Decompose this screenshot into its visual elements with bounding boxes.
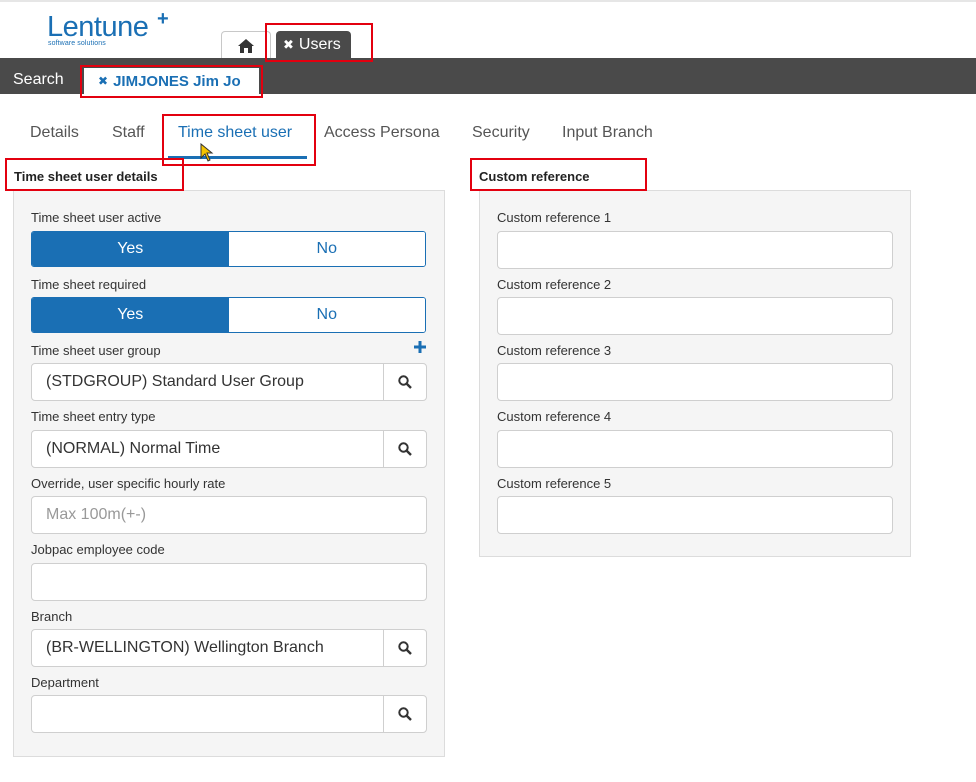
employee-code-input[interactable] bbox=[31, 563, 427, 601]
tab-security[interactable]: Security bbox=[472, 124, 530, 142]
add-user-group-icon[interactable] bbox=[413, 340, 427, 354]
logo-tagline: software solutions bbox=[48, 40, 106, 47]
user-group-input[interactable]: (STDGROUP) Standard User Group bbox=[32, 364, 383, 400]
logo-plus: + bbox=[157, 8, 169, 30]
custom-reference-3-label: Custom reference 3 bbox=[497, 343, 612, 358]
active-no-button[interactable]: No bbox=[228, 232, 425, 266]
entry-type-lookup: (NORMAL) Normal Time bbox=[31, 430, 427, 468]
custom-reference-2-label: Custom reference 2 bbox=[497, 277, 612, 292]
annotation-record-tab bbox=[80, 65, 263, 98]
branch-lookup: (BR-WELLINGTON) Wellington Branch bbox=[31, 629, 427, 667]
home-tab[interactable] bbox=[221, 31, 271, 59]
search-icon bbox=[398, 442, 412, 456]
user-group-search-button[interactable] bbox=[383, 364, 426, 400]
tab-input-branch[interactable]: Input Branch bbox=[562, 124, 653, 142]
entry-type-search-button[interactable] bbox=[383, 431, 426, 467]
custom-reference-2-input[interactable] bbox=[497, 297, 893, 335]
custom-reference-1-label: Custom reference 1 bbox=[497, 210, 612, 225]
annotation-time-sheet-details bbox=[5, 158, 184, 191]
top-border bbox=[0, 0, 976, 2]
required-toggle: Yes No bbox=[31, 297, 426, 333]
department-lookup bbox=[31, 695, 427, 733]
custom-reference-4-input[interactable] bbox=[497, 430, 893, 468]
entry-type-label: Time sheet entry type bbox=[31, 409, 156, 424]
active-toggle: Yes No bbox=[31, 231, 426, 267]
user-group-lookup: (STDGROUP) Standard User Group bbox=[31, 363, 427, 401]
tab-details[interactable]: Details bbox=[30, 124, 79, 142]
entry-type-input[interactable]: (NORMAL) Normal Time bbox=[32, 431, 383, 467]
user-group-label: Time sheet user group bbox=[31, 343, 161, 358]
department-input[interactable] bbox=[32, 696, 383, 732]
lentune-logo: Lentune + software solutions bbox=[47, 8, 169, 47]
search-link[interactable]: Search bbox=[13, 71, 64, 89]
custom-reference-5-input[interactable] bbox=[497, 496, 893, 534]
branch-input[interactable]: (BR-WELLINGTON) Wellington Branch bbox=[32, 630, 383, 666]
custom-reference-5-label: Custom reference 5 bbox=[497, 476, 612, 491]
required-yes-button[interactable]: Yes bbox=[32, 298, 229, 332]
custom-reference-4-label: Custom reference 4 bbox=[497, 409, 612, 424]
branch-label: Branch bbox=[31, 609, 73, 624]
search-icon bbox=[398, 375, 412, 389]
department-search-button[interactable] bbox=[383, 696, 426, 732]
department-label: Department bbox=[31, 675, 99, 690]
employee-code-label: Jobpac employee code bbox=[31, 542, 165, 557]
time-sheet-user-panel bbox=[13, 190, 445, 757]
annotation-custom-reference bbox=[470, 158, 647, 191]
home-icon bbox=[238, 38, 254, 53]
logo-wordmark: Lentune bbox=[47, 11, 149, 43]
branch-search-button[interactable] bbox=[383, 630, 426, 666]
required-no-button[interactable]: No bbox=[228, 298, 425, 332]
required-label: Time sheet required bbox=[31, 277, 147, 292]
annotation-users-tab bbox=[265, 23, 373, 62]
hourly-rate-label: Override, user specific hourly rate bbox=[31, 476, 226, 491]
custom-reference-1-input[interactable] bbox=[497, 231, 893, 269]
search-icon bbox=[398, 641, 412, 655]
tab-staff[interactable]: Staff bbox=[112, 124, 145, 142]
annotation-time-sheet-tab bbox=[162, 114, 316, 166]
active-yes-button[interactable]: Yes bbox=[32, 232, 229, 266]
custom-reference-3-input[interactable] bbox=[497, 363, 893, 401]
active-label: Time sheet user active bbox=[31, 210, 162, 225]
hourly-rate-input[interactable]: Max 100m(+-) bbox=[31, 496, 427, 534]
search-icon bbox=[398, 707, 412, 721]
tab-access-persona[interactable]: Access Persona bbox=[324, 124, 440, 142]
